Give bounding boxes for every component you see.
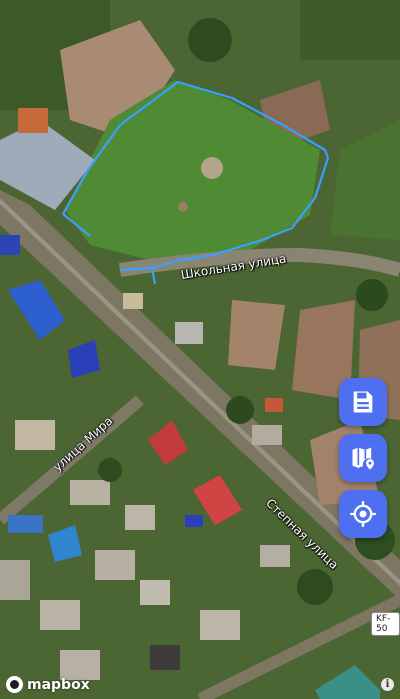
satellite-imagery bbox=[0, 0, 400, 699]
floppy-disk-icon bbox=[353, 391, 373, 413]
locate-me-button[interactable] bbox=[339, 490, 387, 538]
info-icon[interactable]: i bbox=[381, 678, 394, 691]
mapbox-logo[interactable]: mapbox bbox=[6, 676, 90, 693]
map-layers-button[interactable] bbox=[339, 434, 387, 482]
save-button[interactable] bbox=[339, 378, 387, 426]
road-shield: KF-50 bbox=[371, 612, 400, 636]
map-location-icon bbox=[352, 447, 374, 470]
crosshair-locate-icon bbox=[350, 501, 376, 527]
mapbox-wordmark: mapbox bbox=[27, 676, 90, 693]
mapbox-mark-icon bbox=[6, 676, 23, 693]
satellite-map[interactable]: Школьная улица улица Мира Степная улица … bbox=[0, 0, 400, 699]
